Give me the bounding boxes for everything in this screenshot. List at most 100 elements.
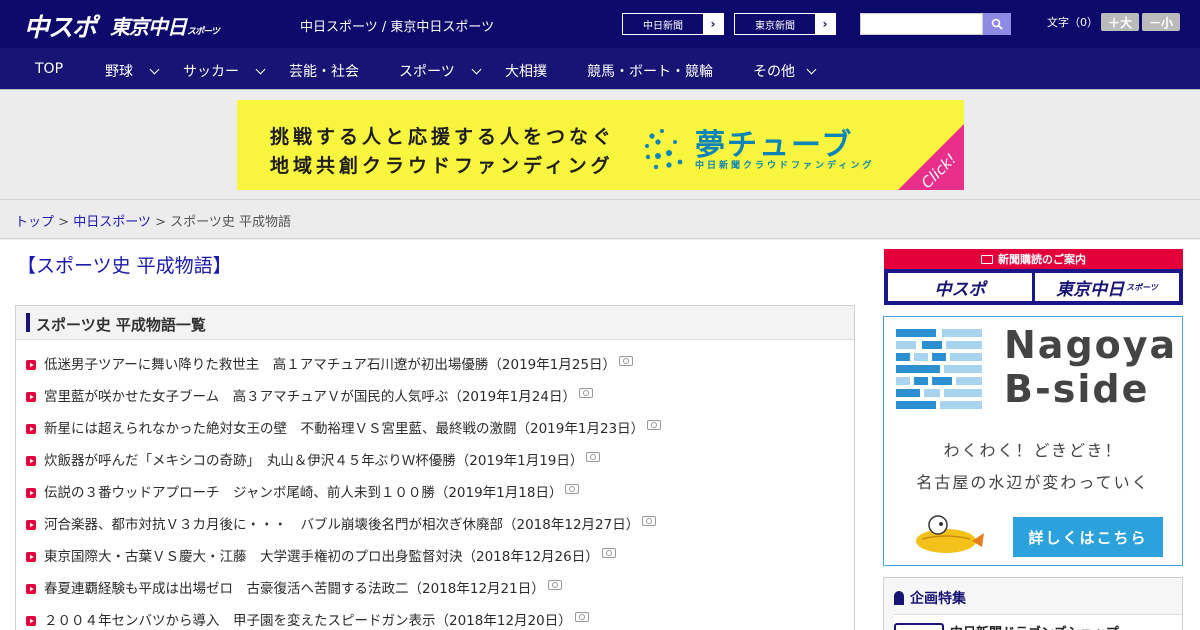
yume-tube-banner[interactable]: 挑戦する人と応援する人をつなぐ 地域共創クラウドファンディング 夢チューブ 中日… <box>237 100 964 190</box>
newspaper-icon <box>981 254 993 264</box>
bside-sub-2: 名古屋の水辺が変わっていく <box>916 473 1150 492</box>
article-link[interactable]: ２００４年センバツから導入 甲子園を変えたスピードガン表示（2018年12月20… <box>26 609 589 629</box>
breadcrumb-current: スポーツ史 平成物語 <box>170 215 291 230</box>
article-link[interactable]: 春夏連覇経験も平成は出場ゼロ 古豪復活へ苦闘する法政二（2018年12月21日） <box>26 577 562 597</box>
chunichi-shimbun-button[interactable]: 中日新聞 › <box>622 13 724 35</box>
article-title: 新星には超えられなかった絶対女王の壁 不動裕理ＶＳ宮里藍、最終戦の激闘（2019… <box>44 421 645 437</box>
bullet-arrow-icon <box>26 488 36 498</box>
tokyo-chunichi-logo[interactable]: 東京中日スポーツ <box>110 11 220 40</box>
nav-item-soccer[interactable]: サッカー <box>183 61 266 81</box>
search-input[interactable] <box>860 13 983 35</box>
bullet-arrow-icon <box>26 584 36 594</box>
article-link[interactable]: 東京国際大・古葉ＶＳ慶大・江藤 大学選手権初のプロ出身監督対決（2018年12月… <box>26 545 616 565</box>
nav-item-sports[interactable]: スポーツ <box>399 61 481 81</box>
feature-header-text: 企画特集 <box>910 591 966 607</box>
font-size-up-button[interactable]: ＋大 <box>1101 13 1139 31</box>
bullet-arrow-icon <box>26 520 36 530</box>
article-list-header: スポーツ史 平成物語一覧 <box>16 306 854 340</box>
breadcrumb-bar: トップ > 中日スポーツ > スポーツ史 平成物語 <box>0 201 1200 239</box>
article-title: ２００４年センバツから導入 甲子園を変えたスピードガン表示（2018年12月20… <box>44 613 572 629</box>
subscription-header-text: 新聞購読のご案内 <box>998 253 1086 266</box>
site-header: 中スポ 東京中日スポーツ 中日スポーツ / 東京中日スポーツ 中日新聞 › 東京… <box>0 0 1200 48</box>
tokyo-shimbun-button[interactable]: 東京新聞 › <box>734 13 836 35</box>
camera-icon <box>586 452 601 462</box>
feature-item-text: 中日新聞ドラゴンズショップ <box>950 622 1119 630</box>
article-link[interactable]: 河合楽器、都市対抗Ｖ３カ月後に・・・ バブル崩壊後名門が相次ぎ休廃部（2018年… <box>26 513 657 533</box>
sub-logo2-small: スポーツ <box>1126 282 1158 292</box>
nav-label: 競馬・ボート・競輪 <box>587 64 713 80</box>
article-link[interactable]: 低迷男子ツアーに舞い降りた救世主 高１アマチュア石川遼が初出場優勝（2019年1… <box>26 353 634 373</box>
nav-item-top[interactable]: TOP <box>35 61 63 77</box>
search-icon <box>991 18 1003 30</box>
feature-thumbnail <box>894 623 944 630</box>
ribbon-icon <box>894 591 904 605</box>
banner-line-2: 地域共創クラウドファンディング <box>270 155 614 177</box>
article-link[interactable]: 炊飯器が呼んだ「メキシコの奇跡」 丸山＆伊沢４５年ぶりＷ杯優勝（2019年1月1… <box>26 449 601 469</box>
article-link[interactable]: 新星には超えられなかった絶対女王の壁 不動裕理ＶＳ宮里藍、最終戦の激闘（2019… <box>26 417 662 437</box>
subscription-box: 新聞購読のご案内 中スポ 東京中日 スポーツ <box>884 249 1183 305</box>
main-nav: TOP 野球 サッカー 芸能・社会 スポーツ 大相撲 競馬・ボート・競輪 その他 <box>0 48 1200 90</box>
nav-item-other[interactable]: その他 <box>753 61 817 81</box>
chevron-down-icon <box>806 64 817 75</box>
nav-item-keiba[interactable]: 競馬・ボート・競輪 <box>587 61 713 81</box>
nav-label: 大相撲 <box>505 64 547 80</box>
article-link[interactable]: 宮里藍が咲かせた女子ブーム 高３アマチュアＶが国民的人気呼ぶ（2019年1月24… <box>26 385 593 405</box>
bside-details-button[interactable]: 詳しくはこちら <box>1013 517 1163 557</box>
article-title: 河合楽器、都市対抗Ｖ３カ月後に・・・ バブル崩壊後名門が相次ぎ休廃部（2018年… <box>44 517 640 533</box>
camera-icon <box>647 420 662 430</box>
article-list-box: スポーツ史 平成物語一覧 低迷男子ツアーに舞い降りた救世主 高１アマチュア石川遼… <box>15 305 855 630</box>
nav-label: スポーツ <box>399 64 455 80</box>
breadcrumb-separator: > <box>54 215 74 230</box>
article-title: 春夏連覇経験も平成は出場ゼロ 古豪復活へ苦闘する法政二（2018年12月21日） <box>44 581 545 597</box>
feature-item[interactable]: 中日新聞ドラゴンズショップ <box>894 614 1182 630</box>
page-title: 【スポーツ史 平成物語】 <box>17 255 232 277</box>
search-button[interactable] <box>983 13 1011 35</box>
bullet-arrow-icon <box>26 456 36 466</box>
tokyo-logo-small: スポーツ <box>187 27 220 37</box>
chevron-down-icon <box>149 64 160 75</box>
feature-box: 企画特集 中日新聞ドラゴンズショップ <box>883 577 1183 630</box>
ad-banner-area: 挑戦する人と応援する人をつなぐ 地域共創クラウドファンディング 夢チューブ 中日… <box>0 91 1200 200</box>
feature-header: 企画特集 <box>894 588 966 608</box>
tokyo-logo-text: 東京中日 <box>110 15 187 39</box>
camera-icon <box>547 580 562 590</box>
nav-item-baseball[interactable]: 野球 <box>105 61 160 81</box>
breadcrumb: トップ > 中日スポーツ > スポーツ史 平成物語 <box>15 211 291 230</box>
chuspo-logo[interactable]: 中スポ <box>24 8 97 44</box>
subscribe-tokyo-button[interactable]: 東京中日 スポーツ <box>1035 273 1179 301</box>
dots-logo-icon <box>645 129 683 170</box>
nav-label: サッカー <box>183 64 239 80</box>
camera-icon <box>619 356 634 366</box>
article-title: 伝説の３番ウッドアプローチ ジャンボ尾崎、前人未到１００勝（2019年1月18日… <box>44 485 563 501</box>
subscribe-chuspo-button[interactable]: 中スポ <box>888 273 1032 301</box>
chevron-down-icon <box>255 64 266 75</box>
fried-shrimp-mascot-icon <box>916 515 984 553</box>
breadcrumb-top-link[interactable]: トップ <box>15 215 54 230</box>
nagoya-bside-ad[interactable]: Nagoya B-side わくわく！どきどき！ 名古屋の水辺が変わっていく 詳… <box>883 316 1183 566</box>
nav-item-entertainment[interactable]: 芸能・社会 <box>289 61 359 81</box>
site-names: 中日スポーツ / 東京中日スポーツ <box>300 20 495 35</box>
article-list-title: スポーツ史 平成物語一覧 <box>36 316 206 334</box>
bullet-arrow-icon <box>26 552 36 562</box>
banner-line-1: 挑戦する人と応援する人をつなぐ <box>270 126 616 148</box>
bside-title-2: B-side <box>1004 367 1150 411</box>
breadcrumb-chunichi-link[interactable]: 中日スポーツ <box>73 215 151 230</box>
nav-item-sumo[interactable]: 大相撲 <box>505 61 547 81</box>
sub-logo2-text: 東京中日 <box>1056 279 1125 300</box>
article-link[interactable]: 伝説の３番ウッドアプローチ ジャンボ尾崎、前人未到１００勝（2019年1月18日… <box>26 481 580 501</box>
chevron-right-icon: › <box>703 14 723 34</box>
tokyo-shimbun-label: 東京新聞 <box>755 20 795 32</box>
breadcrumb-separator: > <box>150 215 171 230</box>
chunichi-shimbun-label: 中日新聞 <box>643 20 683 32</box>
bside-title-1: Nagoya <box>1004 323 1178 367</box>
article-title: 宮里藍が咲かせた女子ブーム 高３アマチュアＶが国民的人気呼ぶ（2019年1月24… <box>44 389 576 405</box>
camera-icon <box>601 548 616 558</box>
font-size-down-button[interactable]: －小 <box>1142 13 1180 31</box>
subscription-header: 新聞購読のご案内 <box>884 249 1183 269</box>
article-title: 東京国際大・古葉ＶＳ慶大・江藤 大学選手権初のプロ出身監督対決（2018年12月… <box>44 549 599 565</box>
camera-icon <box>642 516 657 526</box>
nav-label: TOP <box>35 61 64 77</box>
camera-icon <box>574 612 589 622</box>
bullet-arrow-icon <box>26 360 36 370</box>
bside-sub-1: わくわく！どきどき！ <box>943 441 1123 460</box>
